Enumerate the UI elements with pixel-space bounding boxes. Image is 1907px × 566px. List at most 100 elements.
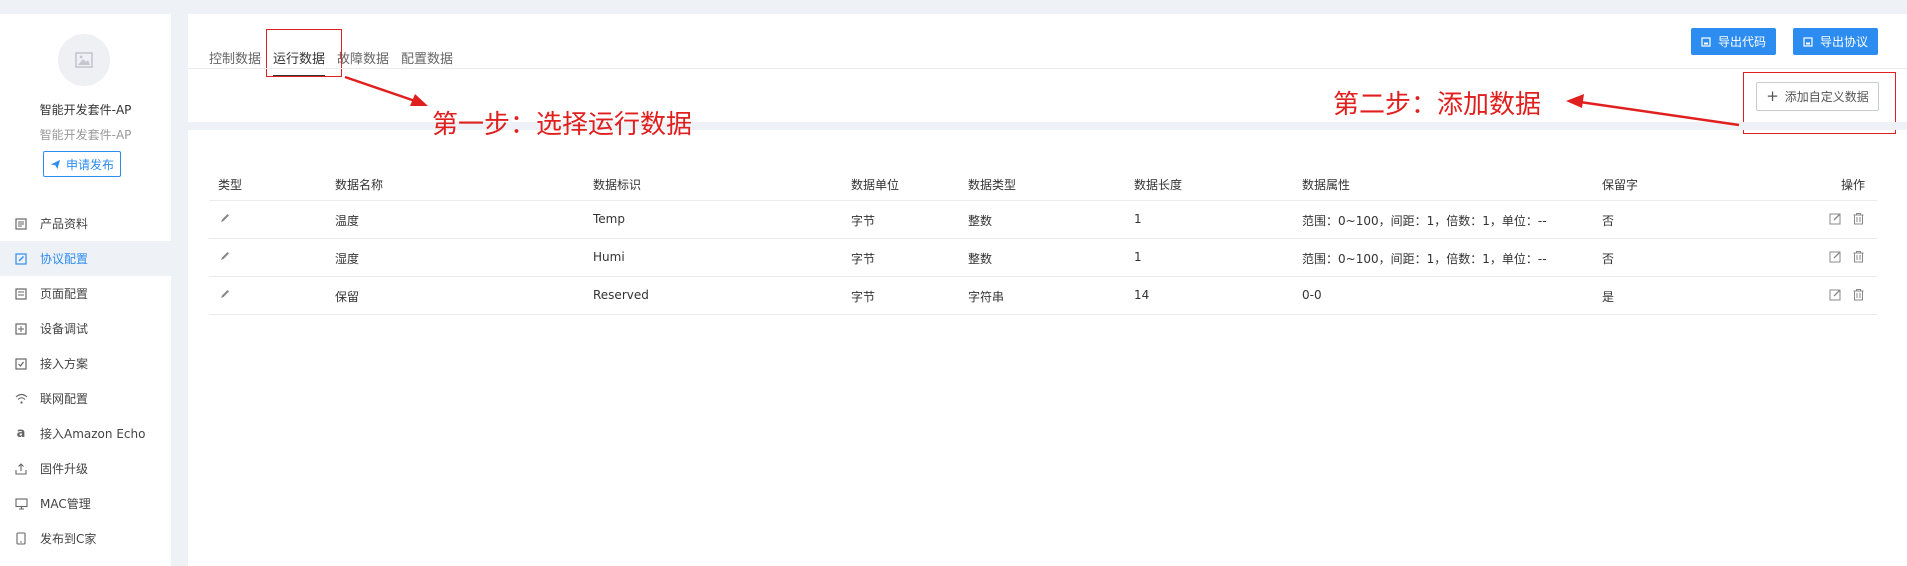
col-data-attr: 数据属性 (1302, 178, 1351, 192)
tab-divider (188, 68, 1907, 69)
save-icon (1803, 36, 1813, 47)
col-data-length: 数据长度 (1134, 178, 1183, 192)
cell-data-attr: 范围：0~100，间距：1，倍数：1，单位：-- (1302, 214, 1547, 228)
upload-icon (14, 462, 28, 476)
main-panel: 控制数据 运行数据 故障数据 配置数据 导出代码 导出协议 + 添加自定义数据 … (188, 14, 1907, 566)
send-icon (50, 159, 61, 169)
row-actions (1829, 250, 1865, 263)
cell-data-unit: 字节 (851, 290, 876, 304)
cell-reserved: 否 (1602, 252, 1615, 266)
cell-data-length: 14 (1134, 288, 1150, 302)
cell-reserved: 是 (1602, 290, 1615, 304)
tab-fault-data[interactable]: 故障数据 (337, 38, 389, 84)
data-table: 类型 数据名称 数据标识 数据单位 数据类型 数据长度 数据属性 保留字 操作 … (209, 168, 1877, 315)
cell-data-unit: 字节 (851, 252, 876, 266)
sidebar: 智能开发套件-AP 智能开发套件-AP 申请发布 产品资料 协议配置 页面配置 (0, 14, 171, 566)
col-data-unit: 数据单位 (851, 178, 900, 192)
cell-data-id: Humi (593, 250, 625, 264)
cell-data-unit: 字节 (851, 214, 876, 228)
export-code-button[interactable]: 导出代码 (1691, 28, 1776, 55)
export-protocol-label: 导出协议 (1819, 35, 1868, 49)
edit-icon[interactable] (1829, 288, 1842, 301)
sidebar-item-label: 设备调试 (40, 322, 89, 336)
sidebar-item-access-plan[interactable]: 接入方案 (0, 346, 171, 381)
sidebar-item-device-debug[interactable]: 设备调试 (0, 311, 171, 346)
sidebar-item-publish-c[interactable]: 发布到C家 (0, 521, 171, 556)
col-data-id: 数据标识 (593, 178, 642, 192)
pencil-icon (219, 212, 231, 227)
sidebar-item-label: 发布到C家 (40, 532, 97, 546)
cell-data-attr: 0-0 (1302, 288, 1322, 302)
col-data-type: 数据类型 (968, 178, 1017, 192)
wifi-icon (14, 392, 28, 406)
check-square-icon (14, 357, 28, 371)
page-icon (14, 287, 28, 301)
col-reserved: 保留字 (1602, 178, 1639, 192)
sidebar-item-label: 产品资料 (40, 217, 89, 231)
col-data-name: 数据名称 (335, 178, 384, 192)
tab-control-data[interactable]: 控制数据 (209, 38, 261, 84)
monitor-icon (14, 497, 28, 511)
cell-reserved: 否 (1602, 214, 1615, 228)
edit-icon[interactable] (1829, 212, 1842, 225)
edit-icon[interactable] (1829, 250, 1842, 263)
cell-data-type: 整数 (968, 214, 993, 228)
cell-data-length: 1 (1134, 250, 1142, 264)
table-row: 湿度 Humi 字节 整数 1 范围：0~100，间距：1，倍数：1，单位：--… (209, 239, 1877, 277)
pencil-icon (219, 250, 231, 265)
sidebar-item-product-info[interactable]: 产品资料 (0, 206, 171, 241)
table-row: 保留 Reserved 字节 字符串 14 0-0 是 (209, 277, 1877, 315)
col-actions: 操作 (1840, 178, 1865, 192)
sidebar-menu: 产品资料 协议配置 页面配置 设备调试 接入方案 联网配置 a 接入Amazon… (0, 206, 171, 556)
amazon-icon: a (16, 426, 26, 441)
export-protocol-button[interactable]: 导出协议 (1793, 28, 1878, 55)
cell-data-type: 字符串 (968, 290, 1005, 304)
row-actions (1829, 212, 1865, 225)
sidebar-item-label: 固件升级 (40, 462, 89, 476)
step2-annotation: 第二步：添加数据 (1333, 90, 1542, 120)
debug-icon (14, 322, 28, 336)
export-code-label: 导出代码 (1717, 35, 1766, 49)
row-actions (1829, 288, 1865, 301)
table-row: 温度 Temp 字节 整数 1 范围：0~100，间距：1，倍数：1，单位：--… (209, 201, 1877, 239)
cell-data-type: 整数 (968, 252, 993, 266)
sidebar-item-label: 页面配置 (40, 287, 89, 301)
pencil-icon (219, 288, 231, 303)
sidebar-item-page-config[interactable]: 页面配置 (0, 276, 171, 311)
apply-publish-button[interactable]: 申请发布 (43, 151, 121, 177)
cell-data-id: Temp (593, 212, 625, 226)
phone-icon (14, 532, 28, 546)
sidebar-item-mac-manage[interactable]: MAC管理 (0, 486, 171, 521)
sidebar-item-protocol-config[interactable]: 协议配置 (0, 241, 171, 276)
sidebar-item-label: 接入方案 (40, 357, 89, 371)
sidebar-item-label: 协议配置 (40, 252, 89, 266)
trash-icon[interactable] (1852, 212, 1865, 225)
cell-data-name: 保留 (335, 290, 360, 304)
apply-publish-label: 申请发布 (65, 157, 114, 172)
table-header: 类型 数据名称 数据标识 数据单位 数据类型 数据长度 数据属性 保留字 操作 (209, 168, 1877, 201)
save-icon (1701, 36, 1711, 47)
cell-data-attr: 范围：0~100，间距：1，倍数：1，单位：-- (1302, 252, 1547, 266)
sidebar-item-label: 接入Amazon Echo (40, 427, 146, 441)
image-icon (75, 52, 93, 68)
sidebar-item-amazon-echo[interactable]: a 接入Amazon Echo (0, 416, 171, 451)
product-avatar (58, 34, 110, 86)
document-icon (14, 217, 28, 231)
sidebar-item-label: 联网配置 (40, 392, 89, 406)
cell-data-id: Reserved (593, 288, 649, 302)
cell-data-name: 温度 (335, 214, 360, 228)
cell-data-name: 湿度 (335, 252, 360, 266)
product-subtitle: 智能开发套件-AP (39, 128, 132, 142)
sidebar-item-label: MAC管理 (40, 497, 91, 511)
edit-square-icon (14, 252, 28, 266)
sidebar-item-firmware-upgrade[interactable]: 固件升级 (0, 451, 171, 486)
step1-annotation: 第一步：选择运行数据 (432, 110, 693, 140)
sidebar-item-network-config[interactable]: 联网配置 (0, 381, 171, 416)
trash-icon[interactable] (1852, 288, 1865, 301)
tab-config-data[interactable]: 配置数据 (401, 38, 453, 84)
trash-icon[interactable] (1852, 250, 1865, 263)
run-data-highlight-box (266, 29, 342, 77)
cell-data-length: 1 (1134, 212, 1142, 226)
col-type: 类型 (218, 178, 243, 192)
product-name: 智能开发套件-AP (39, 103, 132, 117)
